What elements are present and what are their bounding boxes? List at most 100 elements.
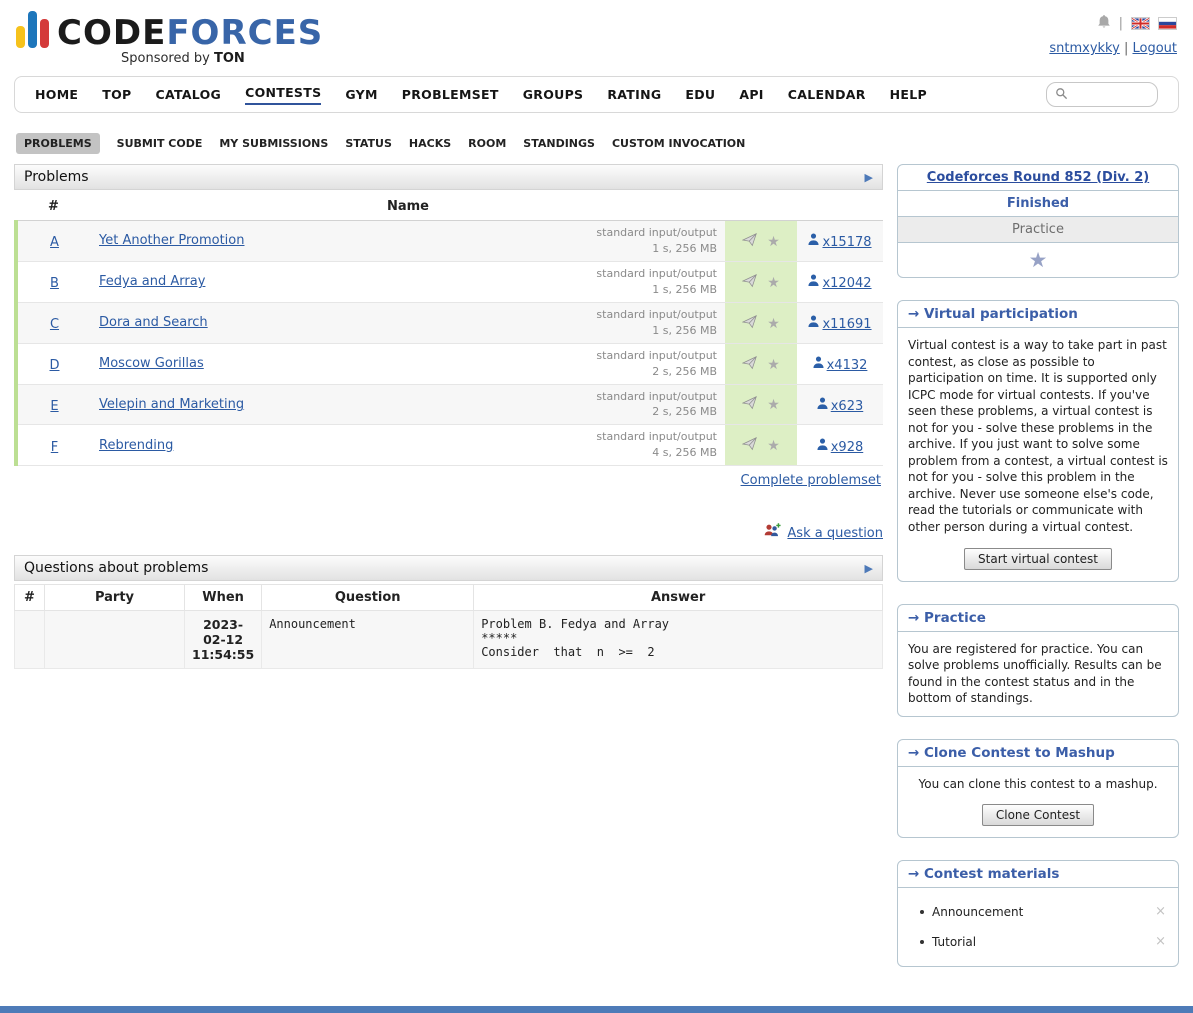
solved-count-link[interactable]: x12042: [822, 276, 871, 291]
favorite-contest-star-icon[interactable]: ★: [1029, 248, 1048, 272]
bell-icon[interactable]: [1097, 14, 1111, 33]
problem-name-link[interactable]: Moscow Gorillas: [99, 356, 204, 371]
codeforces-logo[interactable]: CODEFORCES Sponsored by TON: [16, 10, 323, 66]
question-num-cell: [15, 611, 45, 669]
submit-plane-icon[interactable]: [742, 314, 758, 333]
problem-name-link[interactable]: Rebrending: [99, 438, 173, 453]
nav-item-problemset[interactable]: PROBLEMSET: [402, 87, 499, 102]
io-limits: 2 s, 256 MB: [596, 404, 717, 420]
subnav-custom-invocation[interactable]: CUSTOM INVOCATION: [612, 137, 745, 150]
sponsored-ton-text: TON: [214, 51, 245, 66]
favorite-star-icon[interactable]: ★: [767, 438, 780, 454]
problem-letter-link[interactable]: A: [50, 235, 59, 250]
contest-star-row: ★: [898, 243, 1178, 277]
logo-text: CODEFORCES: [57, 16, 323, 50]
subnav-standings[interactable]: STANDINGS: [523, 137, 595, 150]
table-row: D Moscow Gorillas standard input/output2 …: [16, 343, 883, 384]
material-announcement-link[interactable]: Announcement: [932, 904, 1023, 921]
favorite-star-icon[interactable]: ★: [767, 397, 780, 413]
favorite-star-icon[interactable]: ★: [767, 357, 780, 373]
nav-item-rating[interactable]: RATING: [607, 87, 661, 102]
nav-item-catalog[interactable]: CATALOG: [155, 87, 221, 102]
problem-letter-link[interactable]: F: [51, 440, 58, 455]
solved-count-link[interactable]: x15178: [822, 235, 871, 250]
solved-count-link[interactable]: x11691: [822, 317, 871, 332]
nav-item-home[interactable]: HOME: [35, 87, 78, 102]
problem-name-link[interactable]: Fedya and Array: [99, 274, 205, 289]
subnav-problems[interactable]: PROBLEMS: [16, 133, 100, 154]
submit-plane-icon[interactable]: [742, 273, 758, 292]
problem-letter-link[interactable]: B: [50, 276, 59, 291]
problem-letter-link[interactable]: E: [50, 399, 58, 414]
io-limits: 1 s, 256 MB: [596, 241, 717, 257]
favorite-star-icon[interactable]: ★: [767, 275, 780, 291]
solved-count-link[interactable]: x4132: [827, 358, 868, 373]
start-virtual-contest-button[interactable]: Start virtual contest: [964, 548, 1112, 570]
subnav-status[interactable]: STATUS: [345, 137, 392, 150]
nav-item-gym[interactable]: GYM: [345, 87, 377, 102]
logout-link[interactable]: Logout: [1132, 41, 1177, 56]
practice-box: → Practice You are registered for practi…: [897, 604, 1179, 717]
io-type: standard input/output: [596, 307, 717, 323]
contest-status-box: Codeforces Round 852 (Div. 2) Finished P…: [897, 164, 1179, 278]
virtual-participation-text: Virtual contest is a way to take part in…: [898, 328, 1178, 545]
col-header-name: Name: [91, 193, 725, 221]
ru-flag-icon[interactable]: [1158, 17, 1177, 30]
logo-bar-blue: [28, 11, 37, 48]
col-header-icons: [725, 193, 797, 221]
logo-forces: FORCES: [166, 13, 323, 53]
problems-table: # Name A Yet Another Promotionstandard i…: [14, 193, 883, 466]
close-icon[interactable]: ×: [1155, 933, 1166, 951]
main-nav: HOME TOP CATALOG CONTESTS GYM PROBLEMSET…: [14, 76, 1179, 113]
problem-io: standard input/output4 s, 256 MB: [596, 429, 717, 461]
search-input[interactable]: [1073, 87, 1149, 103]
header: CODEFORCES Sponsored by TON | sntmxykky …: [14, 8, 1179, 74]
nav-item-help[interactable]: HELP: [890, 87, 927, 102]
problem-letter-link[interactable]: C: [50, 317, 59, 332]
username-link[interactable]: sntmxykky: [1049, 41, 1119, 56]
nav-item-api[interactable]: API: [739, 87, 763, 102]
nav-item-groups[interactable]: GROUPS: [523, 87, 584, 102]
nav-item-contests[interactable]: CONTESTS: [245, 85, 321, 105]
material-tutorial-link[interactable]: Tutorial: [932, 934, 976, 951]
uk-flag-icon[interactable]: [1131, 17, 1150, 30]
nav-item-top[interactable]: TOP: [102, 87, 131, 102]
nav-item-edu[interactable]: EDU: [685, 87, 715, 102]
caption-arrow-icon[interactable]: ▶: [865, 562, 873, 575]
subnav-room[interactable]: ROOM: [468, 137, 506, 150]
subnav-hacks[interactable]: HACKS: [409, 137, 451, 150]
problem-letter-link[interactable]: D: [49, 358, 59, 373]
solved-count-link[interactable]: x928: [831, 440, 864, 455]
problem-io: standard input/output2 s, 256 MB: [596, 348, 717, 380]
contest-title-link[interactable]: Codeforces Round 852 (Div. 2): [927, 170, 1149, 185]
header-right: | sntmxykky | Logout: [1049, 10, 1177, 56]
table-row: C Dora and Searchstandard input/output1 …: [16, 302, 883, 343]
caption-arrow-icon[interactable]: ▶: [865, 171, 873, 184]
subnav-submit-code[interactable]: SUBMIT CODE: [117, 137, 203, 150]
close-icon[interactable]: ×: [1155, 903, 1166, 921]
solved-count-link[interactable]: x623: [831, 399, 864, 414]
clone-contest-button[interactable]: Clone Contest: [982, 804, 1094, 826]
ask-question-link[interactable]: Ask a question: [787, 526, 883, 541]
problem-name-link[interactable]: Dora and Search: [99, 315, 208, 330]
nav-item-calendar[interactable]: CALENDAR: [788, 87, 866, 102]
search-icon: [1055, 85, 1068, 104]
problem-name-link[interactable]: Velepin and Marketing: [99, 397, 244, 412]
complete-problemset-link[interactable]: Complete problemset: [741, 473, 881, 488]
solved-person-icon: [813, 354, 824, 373]
submit-plane-icon[interactable]: [742, 355, 758, 374]
favorite-star-icon[interactable]: ★: [767, 234, 780, 250]
logo-sponsored: Sponsored by TON: [16, 51, 323, 66]
submit-plane-icon[interactable]: [742, 436, 758, 455]
separator: |: [1119, 16, 1123, 31]
contest-materials-list: Announcement × Tutorial ×: [898, 888, 1178, 966]
q-col-answer: Answer: [474, 585, 883, 611]
problem-name-link[interactable]: Yet Another Promotion: [99, 233, 244, 248]
content: Problems ▶ # Name A Yet Another Promotio…: [14, 164, 1179, 989]
question-answer-cell: Problem B. Fedya and Array ***** Conside…: [474, 611, 883, 669]
submit-plane-icon[interactable]: [742, 395, 758, 414]
submit-plane-icon[interactable]: [742, 232, 758, 251]
favorite-star-icon[interactable]: ★: [767, 316, 780, 332]
subnav-my-submissions[interactable]: MY SUBMISSIONS: [219, 137, 328, 150]
solved-person-icon: [817, 436, 828, 455]
